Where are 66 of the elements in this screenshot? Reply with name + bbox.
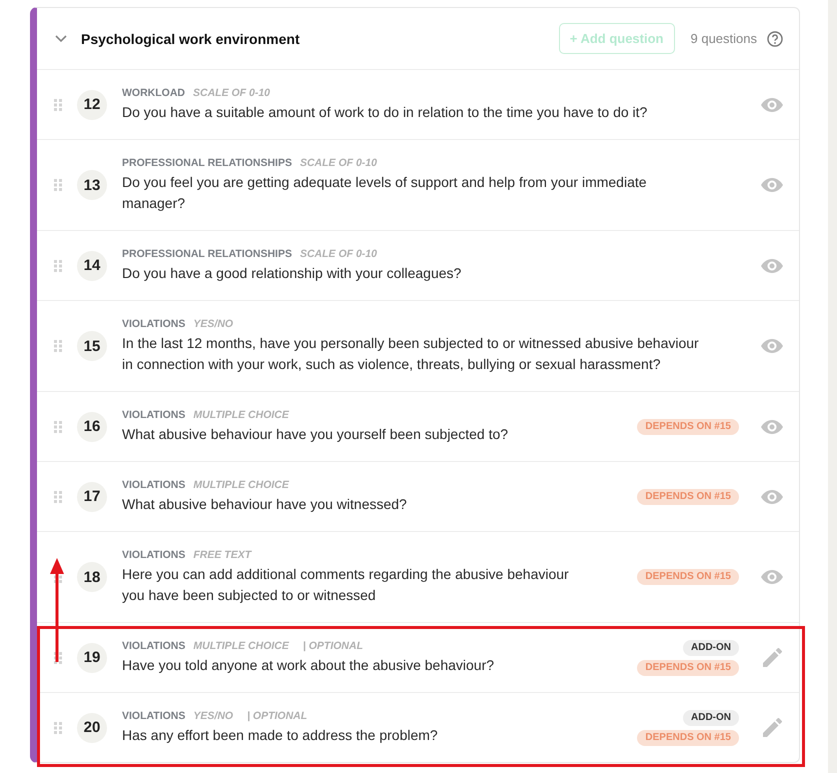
question-text: Do you feel you are getting adequate levels of support and help from your immediate manager? [122,173,648,213]
question-number: 13 [77,170,107,200]
drag-handle-icon[interactable] [54,652,62,664]
drag-handle-icon[interactable] [54,420,62,432]
drag-handle-icon[interactable] [54,340,62,352]
question-number: 15 [77,331,107,361]
question-type: MULTIPLE CHOICE [193,408,289,422]
question-text: What abusive behaviour have you yourself been subjected to? [122,425,510,444]
question-category: PROFESSIONAL RELATIONSHIPS [122,247,292,261]
question-number: 17 [77,482,107,512]
question-text: Do you have a good relationship with your colleagues? [122,264,462,283]
question-text: In the last 12 months, have you personally been subjected to or witnessed abusive behaviour in connection with your work, such as violence, threats, bullying or sexual harassment? [122,334,700,374]
dependency-badge: DEPENDS ON #15 [637,488,739,504]
question-number: 16 [77,412,107,442]
optional-label: | OPTIONAL [247,709,308,723]
question-category: VIOLATIONS [122,478,186,492]
question-text: Has any effort been made to address the problem? [122,726,439,745]
drag-handle-icon[interactable] [54,260,62,272]
question-text: Do you have a suitable amount of work to do in relation to the time you have to do it? [122,103,648,122]
question-text: What abusive behaviour have you witnessed? [122,495,408,514]
chevron-icon[interactable] [55,34,67,42]
eye-icon[interactable] [761,178,783,192]
eye-icon[interactable] [761,258,783,272]
drag-handle-icon[interactable] [54,490,62,502]
drag-handle-icon[interactable] [54,98,62,110]
dependency-badge: DEPENDS ON #15 [637,569,739,585]
question-type: MULTIPLE CHOICE [193,639,289,653]
question-text: Have you told anyone at work about the abusive behaviour? [122,656,496,675]
edit-icon[interactable] [761,718,783,737]
question-text: Here you can add additional comments regarding the abusive behaviour you have been subjected to or witnessed [122,565,570,605]
question-category: VIOLATIONS [122,317,186,331]
question-type: YES/NO [193,709,234,723]
dependency-badge: DEPENDS ON #15 [637,730,739,746]
question-type: MULTIPLE CHOICE [193,478,289,492]
edit-icon[interactable] [761,648,783,667]
eye-icon[interactable] [761,339,783,353]
eye-icon[interactable] [761,98,783,112]
question-category: VIOLATIONS [122,408,186,422]
drag-handle-icon[interactable] [54,722,62,734]
eye-icon[interactable] [761,490,783,504]
dependency-badge: DEPENDS ON #15 [637,660,739,676]
question-number: 12 [77,90,107,120]
question-number: 20 [77,712,107,742]
drag-handle-icon[interactable] [54,179,62,191]
question-count: 9 questions [690,31,757,46]
eye-icon[interactable] [761,570,783,584]
add-on-badge: ADD-ON [683,640,739,656]
question-category: VIOLATIONS [122,639,186,653]
question-type: SCALE OF 0-10 [300,156,377,170]
question-type: YES/NO [193,317,234,331]
section-title: Psychological work environment [81,30,301,46]
dependency-badge: DEPENDS ON #15 [637,418,739,434]
question-number: 18 [77,562,107,592]
help-icon[interactable] [767,30,783,46]
question-type: SCALE OF 0-10 [193,86,270,100]
question-category: VIOLATIONS [122,548,186,562]
question-number: 14 [77,250,107,280]
question-category: PROFESSIONAL RELATIONSHIPS [122,156,292,170]
question-category: VIOLATIONS [122,709,186,723]
question-number: 19 [77,642,107,672]
eye-icon[interactable] [761,420,783,434]
question-category: WORKLOAD [122,86,185,100]
question-type: SCALE OF 0-10 [300,247,377,261]
optional-label: | OPTIONAL [302,639,363,653]
question-type: FREE TEXT [193,548,252,562]
add-on-badge: ADD-ON [683,710,739,726]
